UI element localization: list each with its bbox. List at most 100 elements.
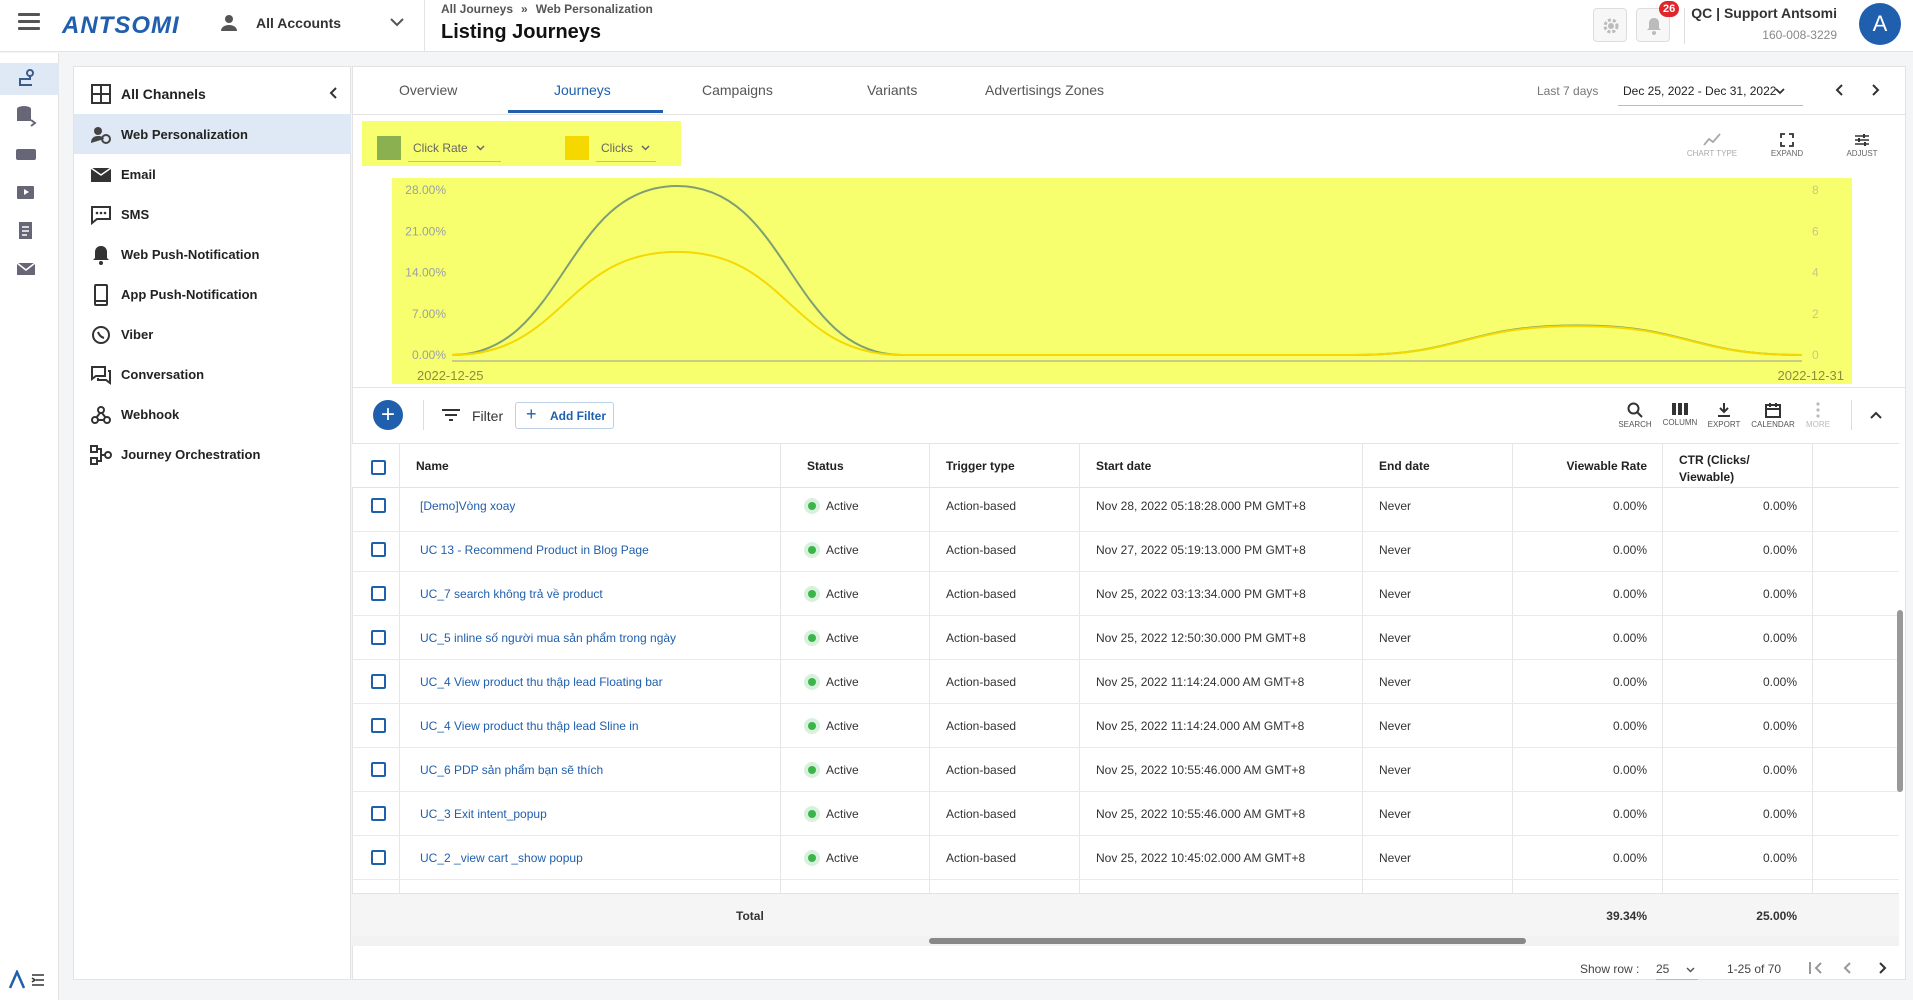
filter-icon[interactable] — [441, 408, 461, 425]
next-period-button[interactable] — [1871, 83, 1881, 100]
row-checkbox[interactable] — [371, 762, 386, 777]
row-checkbox[interactable] — [371, 630, 386, 645]
journey-name-link[interactable]: UC_6 PDP sản phẩm bạn sẽ thích — [420, 763, 603, 777]
channel-item-app-push[interactable]: App Push-Notification — [74, 274, 351, 314]
gear-icon — [1603, 18, 1619, 34]
chat-icon — [90, 364, 112, 386]
export-label: EXPORT — [1707, 420, 1741, 429]
journey-name-link[interactable]: UC_3 Exit intent_popup — [420, 807, 547, 821]
column-header-viewable-rate[interactable]: Viewable Rate — [1520, 459, 1647, 473]
prev-page-button[interactable] — [1842, 961, 1852, 978]
journey-name-link[interactable]: UC_5 inline số người mua sản phẩm trong … — [420, 631, 676, 645]
expand-button[interactable]: EXPAND — [1757, 133, 1817, 158]
tab-variants[interactable]: Variants — [867, 82, 917, 98]
channel-item-label: SMS — [121, 207, 150, 222]
chevron-down-icon[interactable] — [390, 16, 404, 30]
brand-collapse-icon[interactable] — [8, 968, 52, 994]
journey-icon[interactable] — [14, 67, 38, 91]
column-button[interactable]: COLUMN — [1655, 402, 1705, 427]
channel-item-email[interactable]: Email — [74, 154, 351, 194]
media-icon[interactable] — [14, 181, 38, 205]
row-checkbox[interactable] — [371, 806, 386, 821]
calendar-icon — [1765, 403, 1781, 418]
search-button[interactable]: SEARCH — [1610, 402, 1660, 429]
channel-item-web-push[interactable]: Web Push-Notification — [74, 234, 351, 274]
journey-name-link[interactable]: [Demo]Vòng xoay — [420, 499, 515, 513]
tab-advertisings-zones[interactable]: Advertisings Zones — [985, 82, 1104, 98]
status-dot — [804, 850, 820, 866]
add-journey-button[interactable]: + — [373, 400, 403, 430]
phone-icon — [90, 284, 112, 306]
row-checkbox[interactable] — [371, 850, 386, 865]
bell-icon — [90, 244, 112, 266]
channel-item-conversation[interactable]: Conversation — [74, 354, 351, 394]
chart-type-button[interactable]: CHART TYPE — [1682, 133, 1742, 158]
column-header-name[interactable]: Name — [416, 459, 449, 473]
journey-name-link[interactable]: UC_2 _view cart _show popup — [420, 851, 583, 865]
journey-name-link[interactable]: UC_4 View product thu thập lead Floating… — [420, 675, 663, 689]
channel-item-webhook[interactable]: Webhook — [74, 394, 351, 434]
chevron-right-icon — [1872, 84, 1880, 96]
first-page-button[interactable] — [1808, 961, 1824, 978]
account-selector[interactable]: All Accounts — [256, 15, 341, 31]
column-header-ctr[interactable]: CTR (Clicks/ Viewable) — [1679, 452, 1769, 486]
status-text: Active — [826, 631, 859, 645]
column-header-start-date[interactable]: Start date — [1096, 459, 1151, 473]
journey-name-link[interactable]: UC_4 View product thu thập lead Sline in — [420, 719, 639, 733]
document-icon[interactable] — [14, 219, 38, 243]
chevron-down-icon — [476, 145, 485, 151]
tab-journeys[interactable]: Journeys — [554, 82, 611, 98]
expand-icon — [1780, 133, 1794, 147]
journey-name-link[interactable]: UC 13 - Recommend Product in Blog Page — [420, 543, 649, 557]
breadcrumb-item[interactable]: All Journeys — [441, 2, 513, 16]
metric-select-click-rate[interactable]: Click Rate — [408, 134, 501, 162]
adjust-button[interactable]: ADJUST — [1832, 133, 1892, 158]
webhook-icon — [90, 404, 112, 426]
all-channels-header[interactable]: All Channels — [74, 73, 351, 113]
filter-label[interactable]: Filter — [472, 408, 503, 424]
collapse-chevron-icon[interactable] — [328, 86, 338, 103]
sms-icon — [90, 204, 112, 226]
viewable-rate: 0.00% — [1612, 719, 1647, 733]
breadcrumb-item[interactable]: Web Personalization — [536, 2, 653, 16]
channel-item-viber[interactable]: Viber — [74, 314, 351, 354]
row-checkbox[interactable] — [371, 718, 386, 733]
ticket-icon[interactable] — [14, 143, 38, 167]
end-date: Never — [1379, 763, 1412, 777]
calendar-button[interactable]: CALENDAR — [1748, 402, 1798, 429]
menu-icon[interactable] — [18, 13, 40, 31]
tab-overview[interactable]: Overview — [399, 82, 457, 98]
channel-item-sms[interactable]: SMS — [74, 194, 351, 234]
end-date: Never — [1379, 675, 1412, 689]
database-icon[interactable] — [14, 104, 38, 128]
row-checkbox[interactable] — [371, 498, 386, 513]
vertical-scrollbar[interactable] — [1897, 610, 1903, 792]
column-header-status[interactable]: Status — [807, 459, 844, 473]
tab-campaigns[interactable]: Campaigns — [702, 82, 773, 98]
row-checkbox[interactable] — [371, 586, 386, 601]
settings-button[interactable] — [1593, 8, 1627, 42]
more-button[interactable]: MORE — [1793, 402, 1843, 429]
export-button[interactable]: EXPORT — [1699, 402, 1749, 429]
total-viewable-rate: 39.34% — [1606, 909, 1647, 923]
rows-per-page-select[interactable]: 25 — [1656, 962, 1698, 980]
journey-name-link[interactable]: UC_7 search không trả về product — [420, 587, 603, 601]
status-text: Active — [826, 851, 859, 865]
channel-item-web-personalization[interactable]: Web Personalization — [74, 114, 351, 154]
metric-select-clicks[interactable]: Clicks — [596, 134, 656, 162]
row-checkbox[interactable] — [371, 674, 386, 689]
column-header-trigger-type[interactable]: Trigger type — [946, 459, 1015, 473]
prev-period-button[interactable] — [1834, 83, 1844, 100]
status-text: Active — [826, 763, 859, 777]
collapse-chart-button[interactable] — [1869, 409, 1883, 423]
row-checkbox[interactable] — [371, 542, 386, 557]
next-page-button[interactable] — [1878, 961, 1888, 978]
select-all-checkbox[interactable] — [371, 460, 386, 475]
date-range-picker[interactable]: Dec 25, 2022 - Dec 31, 2022 — [1618, 76, 1803, 106]
horizontal-scrollbar[interactable] — [929, 938, 1526, 944]
avatar[interactable]: A — [1859, 3, 1901, 45]
column-header-end-date[interactable]: End date — [1379, 459, 1430, 473]
mail-icon[interactable] — [14, 257, 38, 281]
status-dot — [804, 674, 820, 690]
channel-item-journey-orchestration[interactable]: Journey Orchestration — [74, 434, 351, 474]
